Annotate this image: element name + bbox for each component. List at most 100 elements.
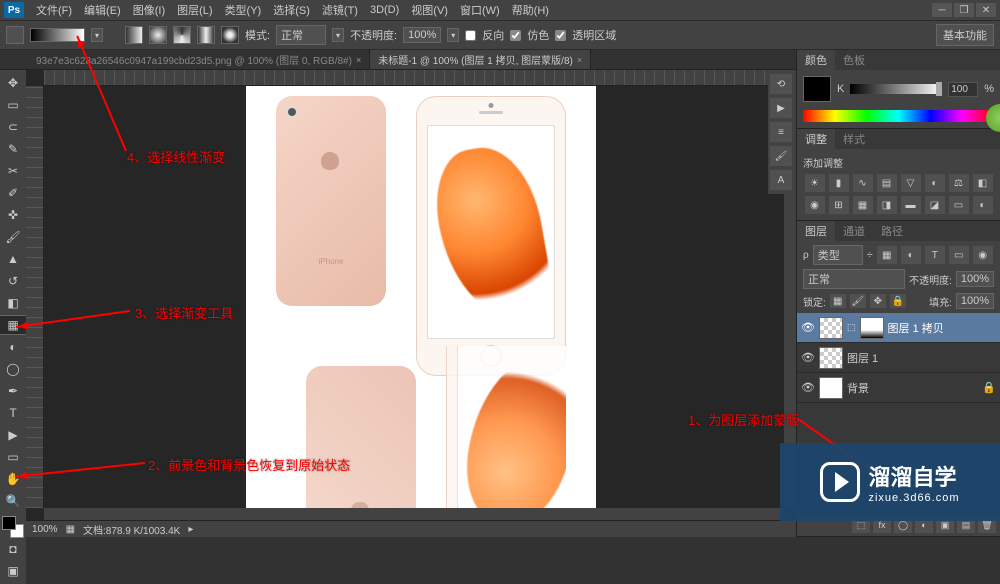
hand-tool[interactable]: ✋ (2, 469, 24, 489)
levels-icon[interactable]: ▮ (829, 174, 849, 192)
ruler-horizontal[interactable] (44, 70, 784, 86)
dither-checkbox[interactable] (510, 30, 521, 41)
brush-panel-icon[interactable]: 🖌 (770, 146, 792, 166)
layer-name-label[interactable]: 图层 1 (847, 350, 996, 366)
doc-info-dropdown[interactable]: ▸ (188, 524, 193, 535)
k-value-field[interactable] (948, 82, 978, 97)
filter-adjust-icon[interactable]: ◐ (901, 246, 921, 264)
marquee-tool[interactable]: ▭ (2, 95, 24, 115)
ruler-vertical[interactable] (26, 86, 44, 508)
angle-gradient-button[interactable] (173, 26, 191, 44)
menu-view[interactable]: 视图(V) (405, 2, 454, 18)
move-tool[interactable]: ✥ (2, 73, 24, 93)
properties-panel-icon[interactable]: ≡ (770, 122, 792, 142)
opacity-field[interactable]: 100% (403, 27, 441, 43)
layer-blend-select[interactable]: 正常 (803, 269, 905, 289)
pen-tool[interactable]: ✒ (2, 381, 24, 401)
menu-type[interactable]: 类型(Y) (219, 2, 268, 18)
selective-color-icon[interactable]: ◐ (973, 196, 993, 214)
layer-row-3[interactable]: 👁 背景 🔒 (797, 373, 1000, 403)
reflected-gradient-button[interactable] (197, 26, 215, 44)
k-slider[interactable] (850, 84, 942, 94)
linear-gradient-button[interactable] (125, 26, 143, 44)
styles-tab[interactable]: 样式 (835, 129, 873, 149)
radial-gradient-button[interactable] (149, 26, 167, 44)
opacity-dropdown[interactable]: ▾ (447, 28, 459, 42)
menu-3d[interactable]: 3D(D) (364, 4, 405, 16)
menu-layer[interactable]: 图层(L) (171, 2, 218, 18)
zoom-tool[interactable]: 🔍 (2, 491, 24, 511)
document-canvas[interactable]: iPhone (246, 86, 596, 520)
filter-smart-icon[interactable]: ◉ (973, 246, 993, 264)
layers-tab[interactable]: 图层 (797, 221, 835, 241)
diamond-gradient-button[interactable] (221, 26, 239, 44)
type-tool[interactable]: T (2, 403, 24, 423)
blur-tool[interactable]: ◐ (2, 337, 24, 357)
stamp-tool[interactable]: ▲ (2, 249, 24, 269)
gradient-preview[interactable] (30, 28, 85, 42)
zoom-icon[interactable]: ▦ (66, 524, 75, 535)
layer-thumbnail[interactable] (819, 317, 843, 339)
posterize-icon[interactable]: ▬ (901, 196, 921, 214)
eyedropper-tool[interactable]: ✐ (2, 183, 24, 203)
menu-filter[interactable]: 滤镜(T) (316, 2, 364, 18)
layer-filter-kind[interactable]: 类型 (813, 245, 863, 265)
filter-type-icon[interactable]: T (925, 246, 945, 264)
menu-image[interactable]: 图像(I) (127, 2, 171, 18)
colorbalance-icon[interactable]: ⚖ (949, 174, 969, 192)
window-restore[interactable]: ❐ (954, 3, 974, 17)
swatches-tab[interactable]: 色板 (835, 50, 873, 70)
fill-field[interactable]: 100% (956, 293, 994, 309)
color-tab[interactable]: 颜色 (797, 50, 835, 70)
crop-tool[interactable]: ✂ (2, 161, 24, 181)
foreground-color[interactable] (2, 516, 16, 530)
reverse-checkbox[interactable] (465, 30, 476, 41)
filter-shape-icon[interactable]: ▭ (949, 246, 969, 264)
healing-tool[interactable]: ✜ (2, 205, 24, 225)
transparency-checkbox[interactable] (555, 30, 566, 41)
eraser-tool[interactable]: ◧ (2, 293, 24, 313)
lasso-tool[interactable]: ⊂ (2, 117, 24, 137)
shape-tool[interactable]: ▭ (2, 447, 24, 467)
gradient-picker-dropdown[interactable]: ▾ (91, 28, 103, 42)
quickmask-tool[interactable]: ◘ (2, 539, 24, 559)
layer-row-2[interactable]: 👁 图层 1 (797, 343, 1000, 373)
brightness-icon[interactable]: ☀ (805, 174, 825, 192)
layer-thumbnail[interactable] (819, 377, 843, 399)
adjustments-tab[interactable]: 调整 (797, 129, 835, 149)
history-brush-tool[interactable]: ↺ (2, 271, 24, 291)
layer-name-label[interactable]: 图层 1 拷贝 (888, 320, 996, 336)
color-swatches[interactable] (2, 516, 24, 538)
lock-all-icon[interactable]: 🔒 (890, 294, 906, 308)
hue-ramp[interactable] (803, 110, 994, 122)
workspace-select[interactable]: 基本功能 (936, 24, 994, 46)
bw-icon[interactable]: ◧ (973, 174, 993, 192)
close-icon[interactable]: × (356, 55, 361, 65)
doc-tab-2[interactable]: 未标题-1 @ 100% (图层 1 拷贝, 图层蒙版/8) × (370, 50, 591, 69)
path-select-tool[interactable]: ▶ (2, 425, 24, 445)
lock-pos-icon[interactable]: ✥ (870, 294, 886, 308)
threshold-icon[interactable]: ◪ (925, 196, 945, 214)
photo-filter-icon[interactable]: ◉ (805, 196, 825, 214)
screenmode-tool[interactable]: ▣ (2, 561, 24, 581)
color-lookup-icon[interactable]: ▦ (853, 196, 873, 214)
layer-opacity-field[interactable]: 100% (956, 271, 994, 287)
brush-tool[interactable]: 🖌 (2, 227, 24, 247)
invert-icon[interactable]: ◨ (877, 196, 897, 214)
menu-select[interactable]: 选择(S) (267, 2, 316, 18)
hue-icon[interactable]: ◐ (925, 174, 945, 192)
mask-thumbnail[interactable] (860, 317, 884, 339)
close-icon[interactable]: × (577, 55, 582, 65)
actions-panel-icon[interactable]: ▶ (770, 98, 792, 118)
blend-mode-select[interactable]: 正常 (276, 25, 326, 45)
visibility-icon[interactable]: 👁 (801, 381, 815, 394)
channel-mixer-icon[interactable]: ⊞ (829, 196, 849, 214)
menu-edit[interactable]: 编辑(E) (78, 2, 127, 18)
layer-name-label[interactable]: 背景 (847, 380, 978, 396)
window-close[interactable]: ✕ (976, 3, 996, 17)
lock-trans-icon[interactable]: ▦ (830, 294, 846, 308)
dodge-tool[interactable]: ◯ (2, 359, 24, 379)
vibrance-icon[interactable]: ▽ (901, 174, 921, 192)
lock-paint-icon[interactable]: 🖌 (850, 294, 866, 308)
layer-row-1[interactable]: 👁 ⬚ 图层 1 拷贝 (797, 313, 1000, 343)
